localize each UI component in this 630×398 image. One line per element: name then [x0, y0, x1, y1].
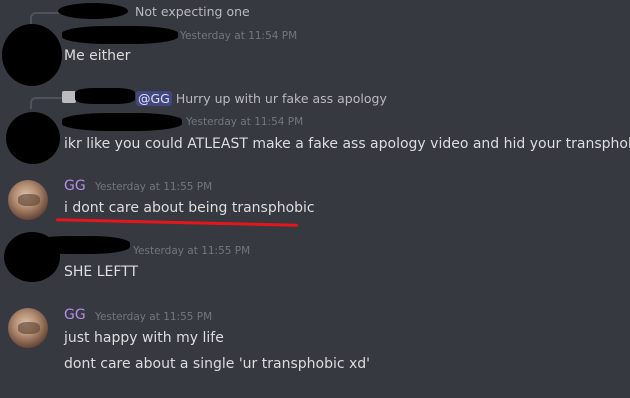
username[interactable]: GG	[64, 178, 86, 194]
username-redacted[interactable]	[62, 26, 178, 44]
avatar[interactable]	[8, 180, 48, 220]
username[interactable]: GG	[64, 307, 86, 323]
reply-connector	[30, 12, 62, 24]
username-redacted[interactable]	[62, 113, 182, 131]
reply-preview-text[interactable]: Not expecting one	[135, 4, 250, 19]
message-text: ikr like you could ATLEAST make a fake a…	[64, 136, 630, 152]
reply-preview[interactable]: @GG Hurry up with ur fake ass apology	[136, 91, 387, 106]
timestamp: Yesterday at 11:54 PM	[180, 30, 298, 42]
username-redacted[interactable]	[30, 236, 130, 254]
avatar-redacted[interactable]	[6, 112, 60, 164]
timestamp: Yesterday at 11:54 PM	[186, 116, 304, 128]
message-text: dont care about a single 'ur transphobic…	[64, 356, 371, 372]
timestamp: Yesterday at 11:55 PM	[95, 181, 213, 193]
redaction-scribble	[75, 88, 135, 104]
message-text: SHE LEFTT	[64, 264, 139, 280]
user-mention[interactable]: @GG	[136, 91, 172, 106]
message-text: i dont care about being transphobic	[64, 200, 315, 216]
reply-preview-text: Hurry up with ur fake ass apology	[175, 91, 387, 106]
reply-avatar-icon	[62, 91, 76, 103]
avatar[interactable]	[8, 308, 48, 348]
message-text: Me either	[64, 48, 131, 64]
reply-connector	[30, 97, 62, 109]
timestamp: Yesterday at 11:55 PM	[133, 245, 251, 257]
redaction-scribble	[58, 3, 128, 19]
message-text: just happy with my life	[64, 330, 224, 346]
timestamp: Yesterday at 11:55 PM	[95, 311, 213, 323]
avatar-redacted[interactable]	[2, 24, 62, 86]
red-underline-annotation	[55, 218, 299, 227]
